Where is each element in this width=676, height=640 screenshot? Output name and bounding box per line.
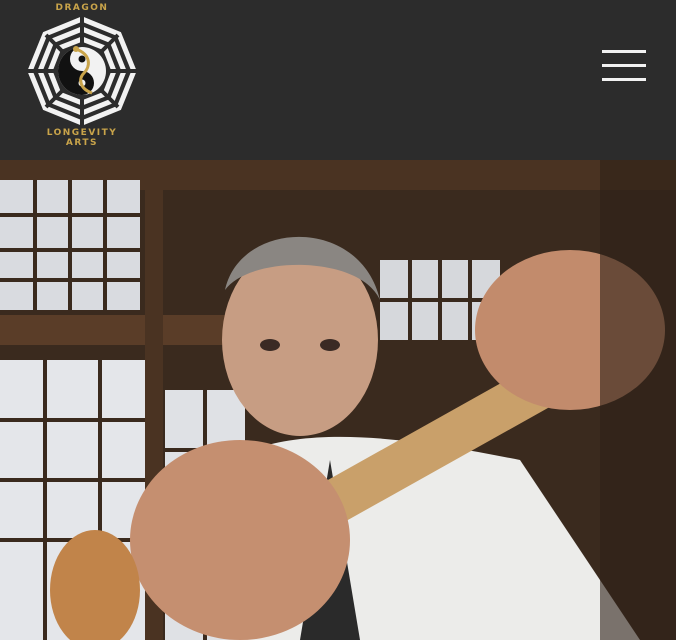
logo-text-top: DRAGON (55, 3, 109, 13)
logo-text-arts: ARTS (65, 137, 99, 148)
hero-photo (0, 160, 676, 640)
menu-bar (602, 78, 646, 81)
logo-text-bottom: LONGEVITY ARTS (47, 128, 118, 148)
hero-image (0, 160, 676, 640)
hamburger-menu-icon[interactable] (602, 50, 646, 84)
left-hand (130, 440, 350, 640)
menu-bar (602, 64, 646, 67)
site-logo[interactable]: DRAGON LONGEVITY ARTS (24, 3, 140, 150)
menu-bar (602, 50, 646, 53)
yin-yang-bagua-icon (26, 15, 138, 128)
site-header: DRAGON LONGEVITY ARTS (0, 0, 676, 160)
